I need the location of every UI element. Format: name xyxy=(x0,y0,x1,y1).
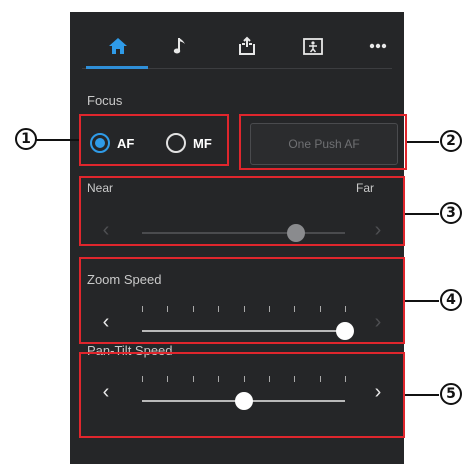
person-frame-icon xyxy=(303,38,323,55)
callout-5: 5 xyxy=(440,383,462,405)
callout-4: 4 xyxy=(440,289,462,311)
tab-preset[interactable] xyxy=(223,26,271,66)
focus-label: Focus xyxy=(87,93,123,108)
callout-2: 2 xyxy=(440,130,462,152)
tab-framing[interactable] xyxy=(289,26,337,66)
callout-1-line xyxy=(36,139,79,141)
tab-audio[interactable] xyxy=(158,26,206,66)
tray-arrow-icon xyxy=(239,36,255,55)
callout-3: 3 xyxy=(440,202,462,224)
callout-4-line xyxy=(405,300,439,302)
tab-bar xyxy=(82,26,392,70)
highlight-box-pan-tilt-speed xyxy=(79,352,405,438)
callout-3-line xyxy=(405,213,439,215)
tab-more[interactable] xyxy=(354,26,402,66)
highlight-box-focus-slider xyxy=(79,176,405,246)
callout-2-line xyxy=(407,141,439,143)
tab-active-indicator xyxy=(86,66,148,69)
highlight-box-zoom-speed xyxy=(79,257,405,344)
tab-home[interactable] xyxy=(94,26,142,66)
highlight-box-focus-mode xyxy=(79,114,229,166)
callout-5-line xyxy=(405,394,439,396)
callout-1: 1 xyxy=(15,128,37,150)
home-icon xyxy=(109,38,127,54)
music-note-icon xyxy=(173,38,185,54)
highlight-box-one-push-af xyxy=(239,114,407,170)
more-icon xyxy=(369,43,387,49)
